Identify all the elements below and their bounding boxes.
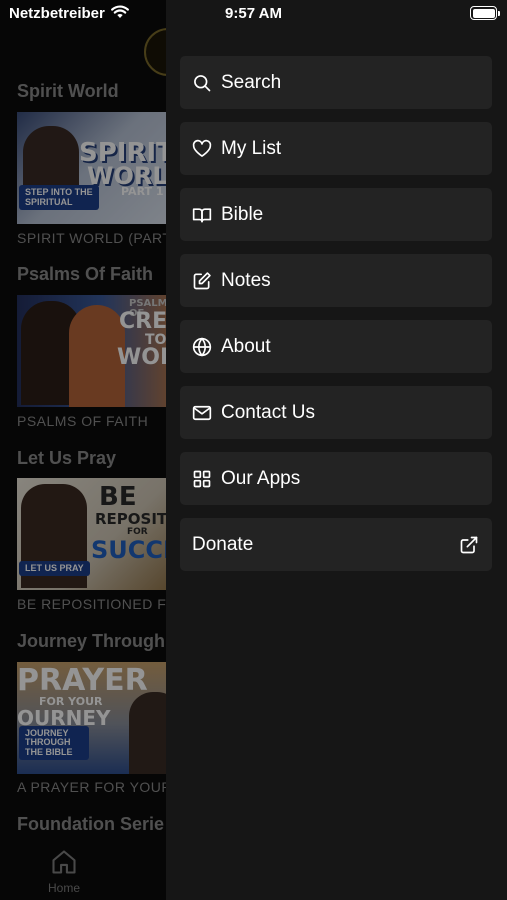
book-icon bbox=[192, 208, 212, 223]
menu-item-bible[interactable]: Bible bbox=[180, 188, 492, 241]
menu-item-about[interactable]: About bbox=[180, 320, 492, 373]
side-drawer-menu: Search My List Bible Notes About Contact… bbox=[166, 0, 507, 900]
menu-item-notes[interactable]: Notes bbox=[180, 254, 492, 307]
external-link-icon bbox=[460, 536, 478, 554]
battery-icon bbox=[470, 6, 500, 20]
menu-item-our-apps[interactable]: Our Apps bbox=[180, 452, 492, 505]
status-bar: Netzbetreiber 9:57 AM bbox=[0, 0, 507, 30]
menu-item-label: My List bbox=[221, 137, 282, 159]
status-time: 9:57 AM bbox=[225, 5, 282, 22]
menu-item-contact-us[interactable]: Contact Us bbox=[180, 386, 492, 439]
menu-item-label: Our Apps bbox=[221, 467, 301, 489]
search-icon bbox=[194, 75, 211, 92]
menu-item-label: Bible bbox=[221, 203, 264, 225]
menu-item-label: About bbox=[221, 335, 271, 357]
menu-item-label: Donate bbox=[192, 533, 254, 555]
menu-item-label: Notes bbox=[221, 269, 271, 291]
mail-icon bbox=[192, 405, 212, 421]
globe-icon bbox=[192, 337, 212, 357]
menu-item-label: Search bbox=[221, 71, 282, 93]
menu-item-search[interactable]: Search bbox=[180, 56, 492, 109]
heart-icon bbox=[192, 139, 212, 157]
grid-icon bbox=[193, 470, 211, 488]
menu-item-label: Contact Us bbox=[221, 401, 315, 423]
menu-item-donate[interactable]: Donate bbox=[180, 518, 492, 571]
edit-icon bbox=[193, 272, 211, 290]
menu-item-my-list[interactable]: My List bbox=[180, 122, 492, 175]
